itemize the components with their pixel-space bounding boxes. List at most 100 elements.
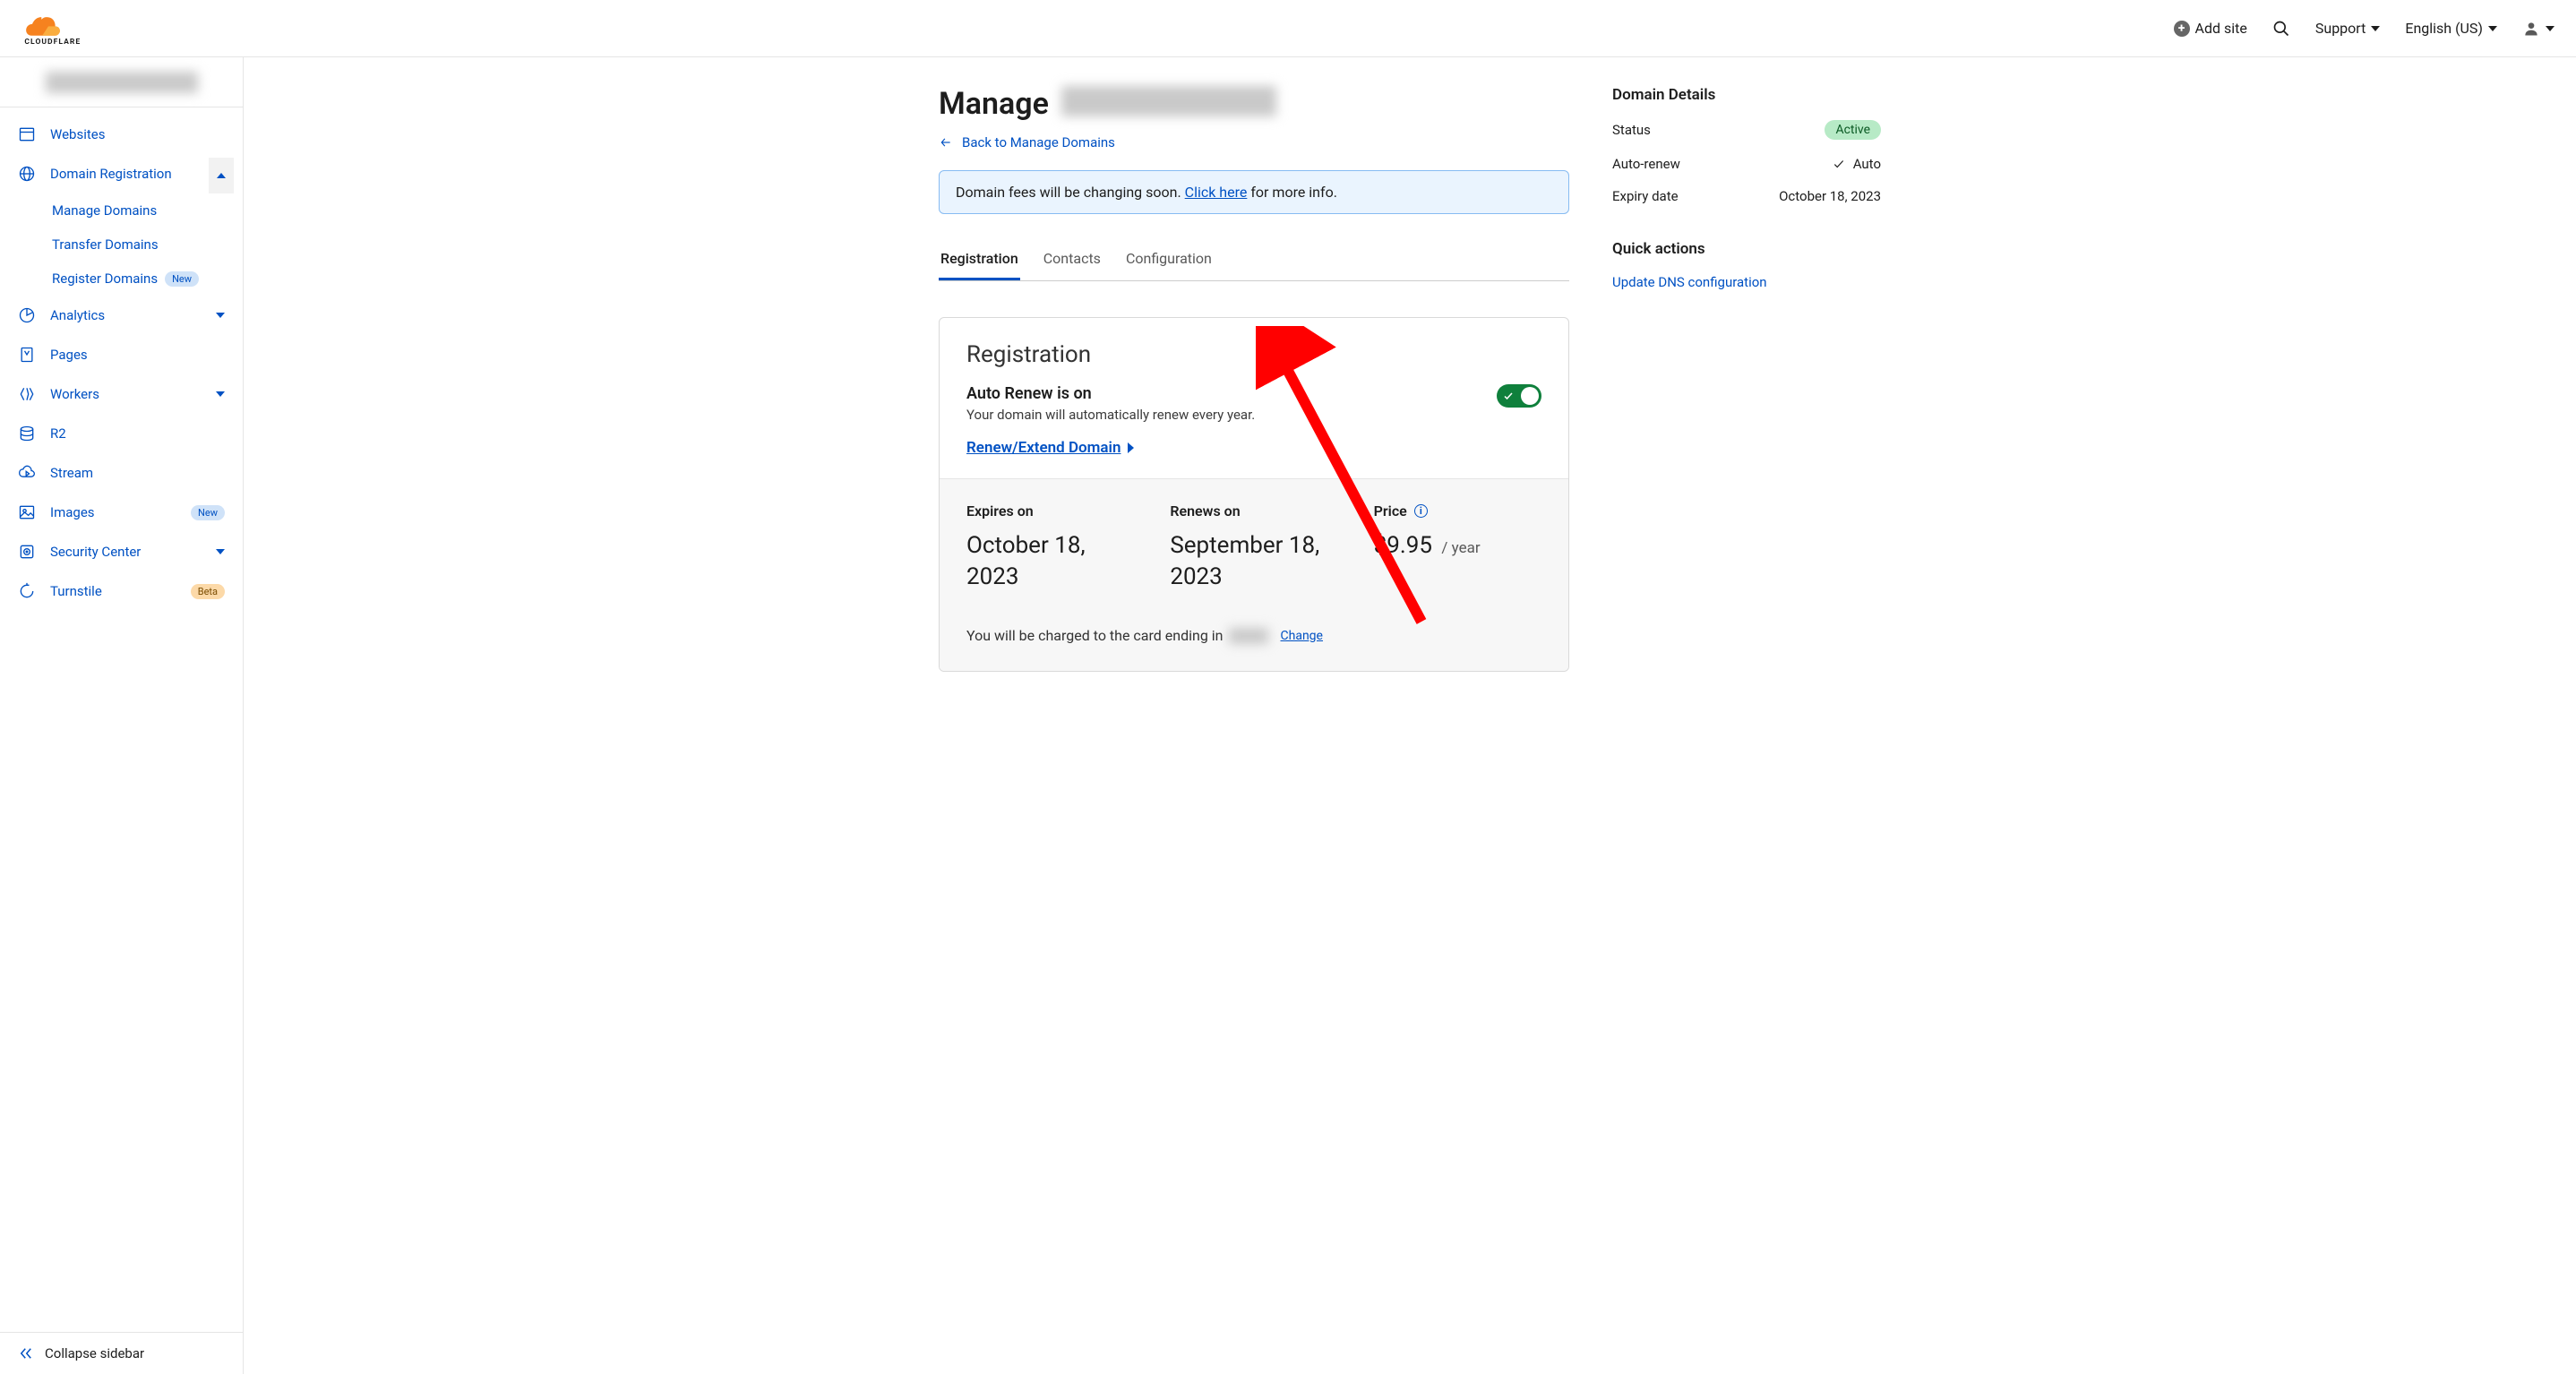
charge-text: You will be charged to the card ending i…	[966, 627, 1224, 644]
charge-line: You will be charged to the card ending i…	[966, 627, 1541, 644]
autorenew-label: Auto-renew	[1612, 156, 1680, 172]
expires-col: Expires on October 18, 2023	[966, 502, 1134, 593]
domain-name-redacted: xxxxx	[1061, 86, 1276, 116]
support-label: Support	[2315, 20, 2366, 37]
nav: Websites Domain Registration Manage Doma…	[0, 107, 243, 1332]
check-icon	[1503, 391, 1514, 401]
sidebar-item-websites[interactable]: Websites	[0, 115, 243, 154]
add-site-button[interactable]: + Add site	[2174, 20, 2247, 37]
pie-chart-icon	[18, 306, 36, 324]
chevron-down-icon	[2371, 26, 2380, 31]
sidebar-item-register-domains[interactable]: Register Domains New	[0, 262, 243, 296]
change-card-link[interactable]: Change	[1281, 629, 1323, 643]
beta-badge: Beta	[191, 584, 225, 599]
account-name-redacted: xxxxx	[46, 72, 198, 93]
sidebar-item-pages[interactable]: Pages	[0, 335, 243, 374]
price-unit: / year	[1441, 539, 1480, 557]
registration-card: Registration Auto Renew is on Your domai…	[939, 317, 1569, 672]
status-badge: Active	[1825, 120, 1881, 140]
renew-link-label: Renew/Extend Domain	[966, 439, 1121, 457]
notice-text-post: for more info.	[1247, 184, 1337, 201]
expires-value: October 18, 2023	[966, 530, 1134, 593]
notice-text-pre: Domain fees will be changing soon.	[956, 184, 1185, 201]
sidebar: xxxxx Websites Domain Registration Manag…	[0, 57, 244, 1374]
sidebar-item-domain-registration[interactable]: Domain Registration	[0, 154, 243, 193]
quick-actions-heading: Quick actions	[1612, 240, 1881, 258]
chevron-down-icon	[2546, 26, 2555, 31]
expiry-value: October 18, 2023	[1779, 188, 1881, 204]
sidebar-item-security-center[interactable]: Security Center	[0, 532, 243, 571]
browser-icon	[18, 125, 36, 143]
search-icon[interactable]	[2272, 20, 2290, 38]
back-link[interactable]: Back to Manage Domains	[939, 134, 1115, 150]
details-panel: Domain Details Status Active Auto-renew …	[1612, 86, 1881, 672]
sidebar-item-label: Manage Domains	[52, 202, 157, 219]
sidebar-item-images[interactable]: Images New	[0, 493, 243, 532]
arrow-left-icon	[939, 136, 953, 149]
sidebar-item-analytics[interactable]: Analytics	[0, 296, 243, 335]
language-menu[interactable]: English (US)	[2405, 20, 2497, 37]
sidebar-item-manage-domains[interactable]: Manage Domains	[0, 193, 243, 228]
sidebar-item-label: Analytics	[50, 307, 225, 323]
add-site-label: Add site	[2195, 20, 2247, 37]
info-icon[interactable]: i	[1414, 504, 1428, 518]
tab-contacts[interactable]: Contacts	[1042, 241, 1103, 280]
sidebar-item-label: Transfer Domains	[52, 236, 159, 253]
autorenew-desc: Your domain will automatically renew eve…	[966, 407, 1255, 423]
update-dns-link[interactable]: Update DNS configuration	[1612, 274, 1767, 290]
sidebar-item-label: R2	[50, 425, 225, 442]
sidebar-item-turnstile[interactable]: Turnstile Beta	[0, 571, 243, 611]
detail-autorenew: Auto-renew Auto	[1612, 156, 1881, 172]
sidebar-item-transfer-domains[interactable]: Transfer Domains	[0, 228, 243, 262]
tab-configuration[interactable]: Configuration	[1124, 241, 1214, 280]
sidebar-item-label: Security Center	[50, 544, 225, 560]
app-header: CLOUDFLARE + Add site Support English (U…	[0, 0, 2576, 57]
page-title: Manage xxxxx	[939, 86, 1569, 122]
plus-icon: +	[2174, 21, 2190, 37]
sidebar-item-workers[interactable]: Workers	[0, 374, 243, 414]
renews-label: Renews on	[1170, 502, 1337, 520]
tab-registration[interactable]: Registration	[939, 241, 1020, 280]
sidebar-item-label: Images	[50, 504, 176, 520]
chevron-up-icon[interactable]	[209, 158, 234, 193]
main: Manage xxxxx Back to Manage Domains Doma…	[244, 57, 2576, 1374]
sidebar-item-label: Domain Registration	[50, 166, 225, 182]
expiry-label: Expiry date	[1612, 188, 1679, 204]
person-icon	[2522, 20, 2540, 38]
sidebar-item-label: Websites	[50, 126, 225, 142]
support-menu[interactable]: Support	[2315, 20, 2380, 37]
user-menu[interactable]	[2522, 20, 2555, 38]
chevron-down-icon	[2488, 26, 2497, 31]
chevrons-left-icon	[18, 1345, 34, 1361]
tabs: Registration Contacts Configuration	[939, 241, 1569, 281]
account-selector[interactable]: xxxxx	[0, 57, 243, 107]
notice-link[interactable]: Click here	[1185, 184, 1248, 201]
price-value: $9.95	[1374, 532, 1432, 559]
details-heading: Domain Details	[1612, 86, 1881, 104]
pages-icon	[18, 346, 36, 364]
detail-status: Status Active	[1612, 120, 1881, 140]
sidebar-item-label: Stream	[50, 465, 225, 481]
caret-right-icon	[1128, 442, 1134, 453]
sidebar-item-r2[interactable]: R2	[0, 414, 243, 453]
expires-label: Expires on	[966, 502, 1134, 520]
sidebar-item-label: Turnstile	[50, 583, 176, 599]
sidebar-item-label: Pages	[50, 347, 225, 363]
collapse-label: Collapse sidebar	[45, 1345, 144, 1361]
logo[interactable]: CLOUDFLARE	[21, 13, 129, 45]
autorenew-title: Auto Renew is on	[966, 384, 1255, 403]
renews-value: September 18, 2023	[1170, 530, 1337, 593]
autorenew-toggle[interactable]	[1497, 384, 1541, 408]
status-label: Status	[1612, 122, 1651, 138]
sidebar-item-stream[interactable]: Stream	[0, 453, 243, 493]
sidebar-item-label: Workers	[50, 386, 225, 402]
new-badge: New	[191, 505, 225, 520]
svg-text:CLOUDFLARE: CLOUDFLARE	[24, 38, 81, 45]
renew-extend-link[interactable]: Renew/Extend Domain	[966, 439, 1134, 457]
collapse-sidebar-button[interactable]: Collapse sidebar	[0, 1332, 243, 1374]
image-icon	[18, 503, 36, 521]
sidebar-item-label: Register Domains	[52, 271, 158, 287]
autorenew-value: Auto	[1853, 156, 1881, 172]
refresh-icon	[18, 582, 36, 600]
language-label: English (US)	[2405, 20, 2483, 37]
